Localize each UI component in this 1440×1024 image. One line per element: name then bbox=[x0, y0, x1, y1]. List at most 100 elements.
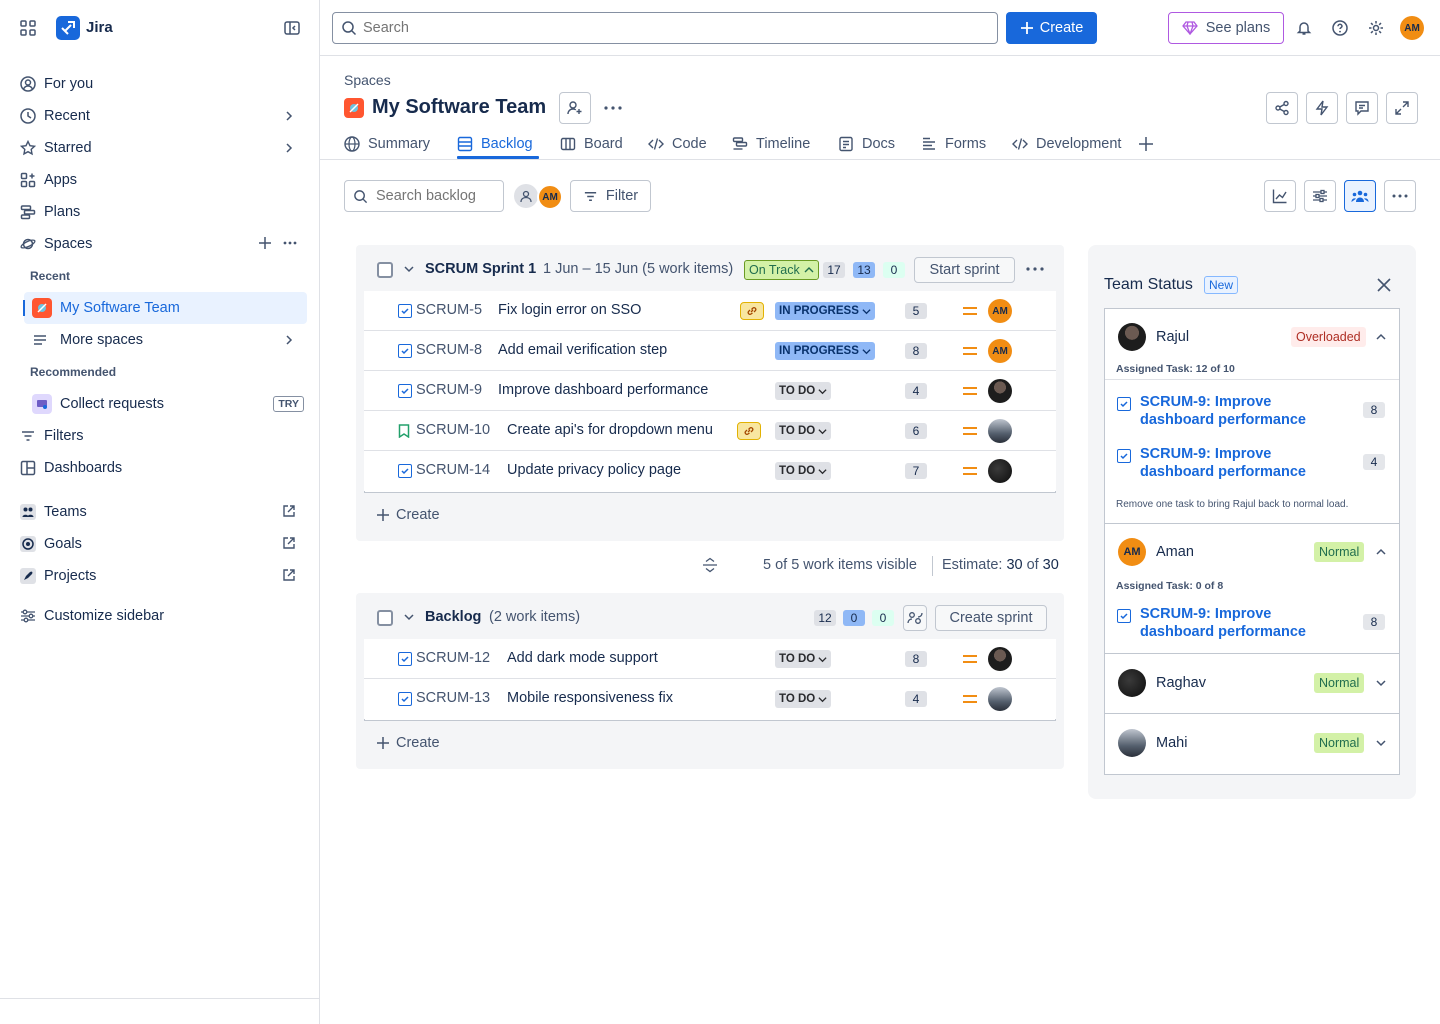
table-row[interactable]: SCRUM-12 Add dark mode support TO DO 8 bbox=[364, 639, 1056, 679]
priority-medium-icon[interactable] bbox=[963, 427, 977, 435]
table-row[interactable]: SCRUM-9 Improve dashboard performance TO D… bbox=[364, 371, 1056, 411]
sidebar-item-goals[interactable]: Goals bbox=[12, 528, 308, 560]
external-link-icon[interactable] bbox=[282, 568, 296, 582]
chevron-up-icon[interactable] bbox=[1375, 546, 1387, 558]
sidebar-item-customize[interactable]: Customize sidebar bbox=[12, 600, 308, 632]
sprint-name[interactable]: SCRUM Sprint 1 bbox=[425, 261, 536, 277]
sidebar-item-teams[interactable]: Teams bbox=[12, 496, 308, 528]
more-icon[interactable] bbox=[282, 236, 298, 250]
sidebar-item-for-you[interactable]: For you bbox=[12, 68, 308, 100]
add-tab-icon[interactable] bbox=[1138, 136, 1154, 152]
see-plans-button[interactable]: See plans bbox=[1168, 12, 1284, 44]
add-people-button[interactable] bbox=[559, 92, 591, 124]
app-name[interactable]: Jira bbox=[86, 19, 113, 36]
app-switcher-icon[interactable] bbox=[20, 20, 36, 36]
resize-handle-icon[interactable] bbox=[702, 557, 718, 573]
sprint-create-button[interactable]: Create bbox=[376, 507, 440, 523]
search-input[interactable] bbox=[363, 20, 963, 36]
issue-summary[interactable]: Mobile responsiveness fix bbox=[507, 690, 673, 706]
status-dropdown[interactable]: IN PROGRESS bbox=[775, 342, 875, 360]
team-balance-icon[interactable] bbox=[903, 605, 927, 631]
sidebar-item-apps[interactable]: Apps bbox=[12, 164, 308, 196]
issue-key[interactable]: SCRUM-12 bbox=[416, 650, 490, 666]
issue-summary[interactable]: Add dark mode support bbox=[507, 650, 658, 666]
story-points[interactable]: 4 bbox=[905, 691, 927, 707]
view-settings-icon[interactable] bbox=[1304, 180, 1336, 212]
global-search[interactable] bbox=[332, 12, 998, 44]
story-points[interactable]: 6 bbox=[905, 423, 927, 439]
assignee-avatar[interactable]: AM bbox=[988, 299, 1012, 323]
external-link-icon[interactable] bbox=[282, 536, 296, 550]
sidebar-item-my-software-team[interactable]: My Software Team bbox=[23, 292, 307, 324]
filter-button[interactable]: Filter bbox=[570, 180, 651, 212]
tab-summary[interactable]: Summary bbox=[344, 128, 430, 160]
sidebar-item-collect-requests[interactable]: Collect requests TRY bbox=[24, 388, 308, 420]
sidebar-item-plans[interactable]: Plans bbox=[12, 196, 308, 228]
feedback-icon[interactable] bbox=[1346, 92, 1378, 124]
tab-development[interactable]: Development bbox=[1012, 128, 1121, 160]
search-backlog-input[interactable] bbox=[376, 188, 496, 204]
breadcrumb[interactable]: Spaces bbox=[344, 72, 391, 88]
story-points[interactable]: 8 bbox=[905, 651, 927, 667]
start-sprint-button[interactable]: Start sprint bbox=[914, 257, 1015, 283]
status-dropdown[interactable]: TO DO bbox=[775, 690, 832, 708]
help-icon[interactable] bbox=[1324, 12, 1356, 44]
sprint-more-icon[interactable] bbox=[1026, 267, 1044, 271]
link-icon[interactable] bbox=[737, 422, 761, 440]
issue-key[interactable]: SCRUM-13 bbox=[416, 690, 490, 706]
more-actions-icon[interactable] bbox=[604, 106, 622, 110]
assignee-avatar[interactable] bbox=[988, 459, 1012, 483]
user-avatar[interactable]: AM bbox=[1400, 16, 1424, 40]
tab-forms[interactable]: Forms bbox=[921, 128, 986, 160]
sidebar-item-spaces[interactable]: Spaces bbox=[12, 228, 308, 260]
issue-summary[interactable]: Improve dashboard performance bbox=[498, 382, 708, 398]
chevron-right-icon[interactable] bbox=[282, 109, 296, 123]
assignee-avatar[interactable] bbox=[988, 687, 1012, 711]
team-view-icon[interactable] bbox=[1344, 180, 1376, 212]
backlog-name[interactable]: Backlog bbox=[425, 609, 481, 625]
status-dropdown[interactable]: TO DO bbox=[775, 382, 832, 400]
assignee-avatar[interactable] bbox=[988, 647, 1012, 671]
create-sprint-button[interactable]: Create sprint bbox=[935, 605, 1047, 631]
chevron-down-icon[interactable] bbox=[1375, 737, 1387, 749]
chevron-down-icon[interactable] bbox=[1375, 677, 1387, 689]
issue-key[interactable]: SCRUM-9 bbox=[416, 382, 482, 398]
issue-summary[interactable]: Add email verification step bbox=[498, 342, 667, 358]
insights-chart-icon[interactable] bbox=[1264, 180, 1296, 212]
sidebar-item-filters[interactable]: Filters bbox=[12, 420, 308, 452]
table-row[interactable]: SCRUM-14 Update privacy policy page TO DO 7 bbox=[364, 451, 1056, 491]
table-row[interactable]: SCRUM-5 Fix login error on SSO IN PROGRESS… bbox=[364, 291, 1056, 331]
issue-key[interactable]: SCRUM-10 bbox=[416, 422, 490, 438]
chevron-up-icon[interactable] bbox=[1375, 331, 1387, 343]
table-row[interactable]: SCRUM-13 Mobile responsiveness fix TO DO 4 bbox=[364, 679, 1056, 719]
priority-medium-icon[interactable] bbox=[963, 695, 977, 703]
unassigned-avatar-icon[interactable] bbox=[514, 184, 538, 208]
notifications-icon[interactable] bbox=[1288, 12, 1320, 44]
sprint-status-badge[interactable]: On Track bbox=[744, 260, 819, 280]
priority-medium-icon[interactable] bbox=[963, 655, 977, 663]
story-points[interactable]: 4 bbox=[905, 383, 927, 399]
story-points[interactable]: 7 bbox=[905, 463, 927, 479]
more-options-icon[interactable] bbox=[1384, 180, 1416, 212]
backlog-create-button[interactable]: Create bbox=[376, 735, 440, 751]
status-dropdown[interactable]: TO DO bbox=[775, 462, 832, 480]
priority-medium-icon[interactable] bbox=[963, 467, 977, 475]
link-icon[interactable] bbox=[740, 302, 764, 320]
search-backlog[interactable] bbox=[344, 180, 504, 212]
chevron-right-icon[interactable] bbox=[282, 141, 296, 155]
sidebar-item-dashboards[interactable]: Dashboards bbox=[12, 452, 308, 484]
task-link[interactable]: SCRUM-9: Improve dashboard performance bbox=[1140, 393, 1320, 429]
backlog-checkbox[interactable] bbox=[377, 610, 393, 626]
sidebar-item-recent[interactable]: Recent bbox=[12, 100, 308, 132]
team-member-raghav[interactable]: Raghav Normal bbox=[1104, 654, 1400, 714]
sidebar-item-projects[interactable]: Projects bbox=[12, 560, 308, 592]
issue-key[interactable]: SCRUM-14 bbox=[416, 462, 490, 478]
priority-medium-icon[interactable] bbox=[963, 387, 977, 395]
chevron-down-icon[interactable] bbox=[403, 611, 415, 623]
team-member-mahi[interactable]: Mahi Normal bbox=[1104, 714, 1400, 775]
jira-logo-icon[interactable] bbox=[56, 16, 80, 40]
sidebar-item-more-spaces[interactable]: More spaces bbox=[24, 324, 308, 356]
issue-summary[interactable]: Create api's for dropdown menu bbox=[507, 422, 713, 438]
automation-lightning-icon[interactable] bbox=[1306, 92, 1338, 124]
issue-summary[interactable]: Update privacy policy page bbox=[507, 462, 681, 478]
